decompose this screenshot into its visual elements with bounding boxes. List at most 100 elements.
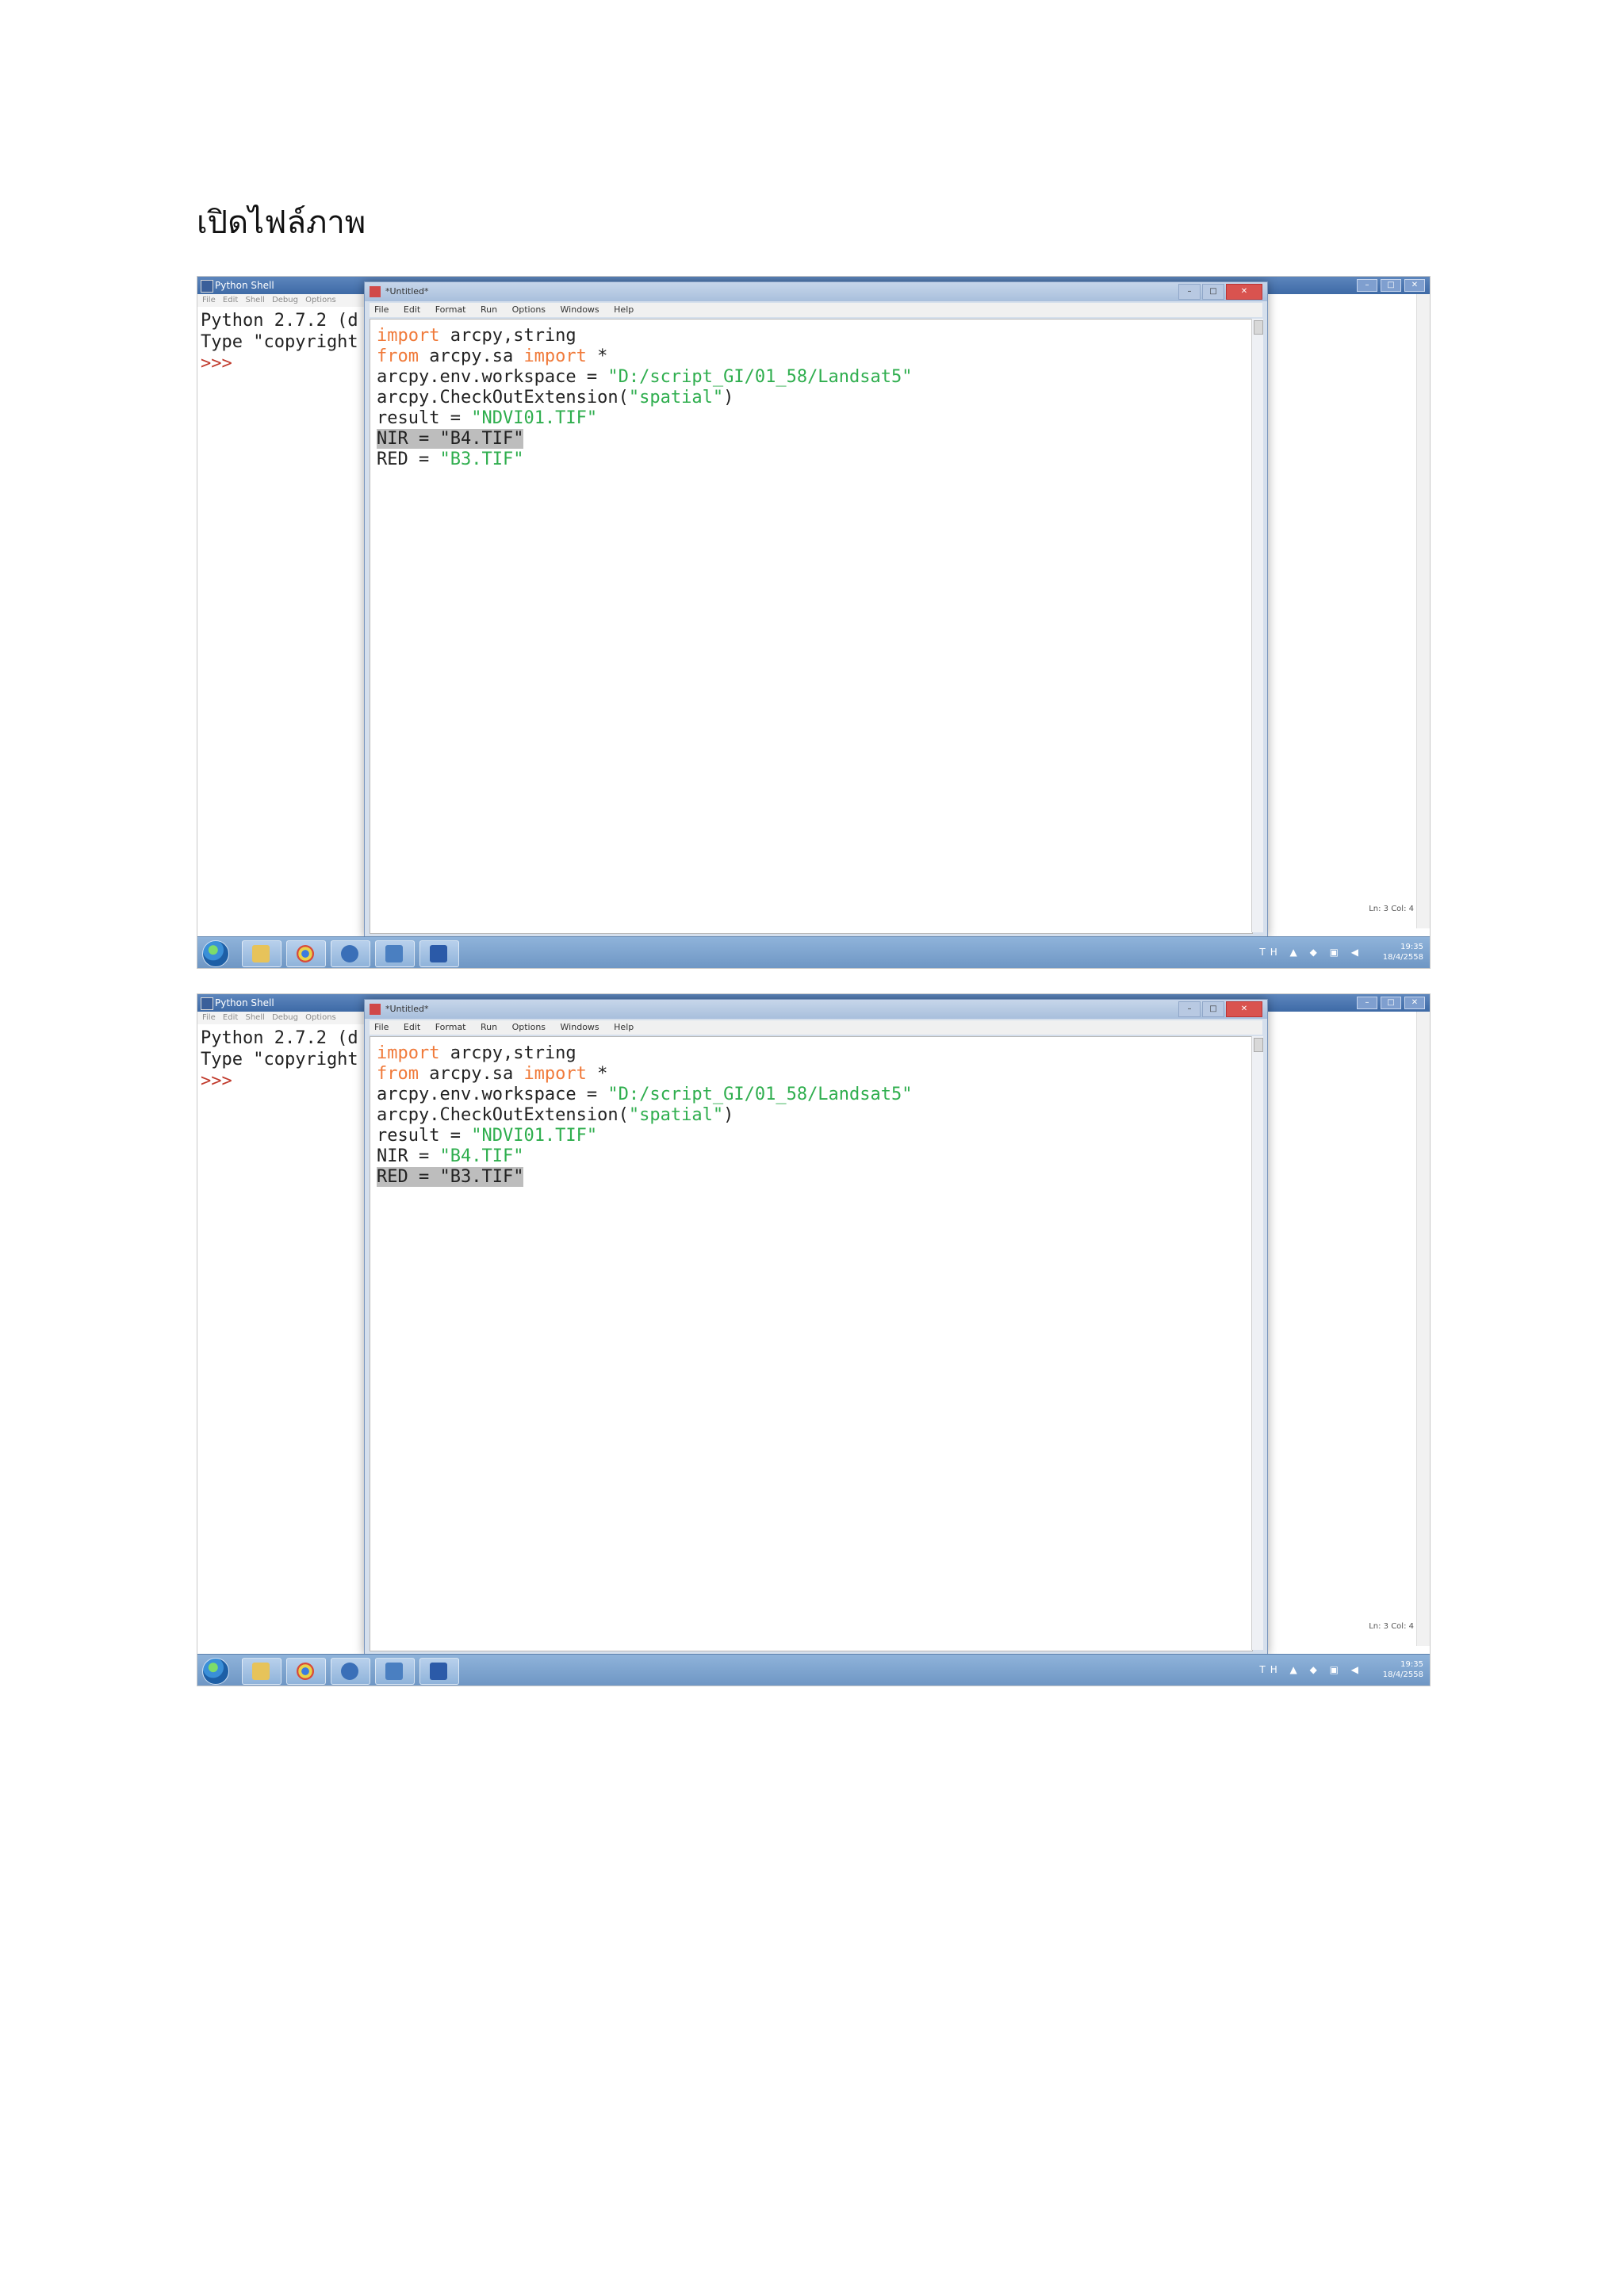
menu-options[interactable]: Options: [512, 304, 546, 315]
taskbar-chrome[interactable]: [286, 1658, 326, 1685]
taskbar-explorer[interactable]: [242, 940, 282, 967]
minimize-icon[interactable]: –: [1357, 997, 1377, 1009]
shell-title: Python Shell: [215, 997, 274, 1008]
shell-output[interactable]: Python 2.7.2 (d Type "copyright >>>: [201, 1027, 363, 1092]
code-token: NIR =: [377, 429, 440, 449]
language-indicator[interactable]: TH: [1259, 947, 1281, 958]
maximize-icon[interactable]: □: [1202, 284, 1224, 300]
shell-scrollbar[interactable]: [1416, 294, 1430, 928]
minimize-icon[interactable]: –: [1357, 279, 1377, 292]
editor-window-controls: – □ ✕: [1178, 1001, 1262, 1017]
scroll-thumb[interactable]: [1254, 320, 1263, 335]
shell-menu-options[interactable]: Options: [305, 296, 336, 304]
shell-prompt: >>>: [201, 354, 232, 373]
menu-file[interactable]: File: [374, 304, 389, 315]
string-literal: "spatial": [628, 1105, 724, 1125]
shell-status: Ln: 3 Col: 4: [1369, 1622, 1414, 1631]
shell-menu-file[interactable]: File: [202, 1013, 216, 1022]
code-token: arcpy.sa: [418, 1064, 524, 1084]
page-heading: เปิดไฟล์ภาพ: [197, 205, 366, 241]
taskbar-app[interactable]: [331, 940, 370, 967]
code-token: arcpy.env.workspace =: [377, 367, 608, 387]
system-tray-icons[interactable]: TH ▲ ◆ ▣ ◀: [1259, 1664, 1363, 1675]
taskbar-chrome[interactable]: [286, 940, 326, 967]
editor-window: *Untitled* – □ ✕ File Edit Format Run Op…: [364, 281, 1268, 938]
menu-windows[interactable]: Windows: [561, 304, 599, 315]
clock[interactable]: 19:35 18/4/2558: [1383, 942, 1423, 962]
string-literal: "spatial": [628, 388, 724, 408]
minimize-icon[interactable]: –: [1178, 1001, 1201, 1017]
shell-menu-file[interactable]: File: [202, 296, 216, 304]
close-icon[interactable]: ✕: [1226, 284, 1262, 300]
taskbar-word[interactable]: [419, 940, 459, 967]
editor-scrollbar[interactable]: [1251, 1036, 1263, 1650]
code-token: result =: [377, 1126, 472, 1146]
system-tray-icons[interactable]: TH ▲ ◆ ▣ ◀: [1259, 947, 1363, 958]
code-editor[interactable]: import arcpy,string from arcpy.sa import…: [370, 1036, 1253, 1651]
start-button-icon[interactable]: [202, 940, 229, 967]
code-editor[interactable]: import arcpy,string from arcpy.sa import…: [370, 319, 1253, 934]
menu-format[interactable]: Format: [435, 1022, 466, 1032]
code-token: RED =: [377, 450, 440, 469]
editor-title: *Untitled*: [385, 1004, 429, 1014]
menu-format[interactable]: Format: [435, 304, 466, 315]
shell-line: Type "copyright: [201, 332, 358, 352]
shell-right-area: [1266, 1012, 1430, 1654]
shell-menu-shell[interactable]: Shell: [245, 1013, 264, 1022]
keyword: import: [377, 326, 440, 346]
shell-window-controls: – □ ✕: [1357, 279, 1425, 292]
shell-line: Type "copyright: [201, 1050, 358, 1070]
code-token: result =: [377, 408, 472, 428]
code-token: arcpy.CheckOutExtension(: [377, 1105, 629, 1125]
menu-run[interactable]: Run: [481, 304, 497, 315]
shell-menu-debug[interactable]: Debug: [272, 1013, 298, 1022]
taskbar-paint[interactable]: [375, 1658, 415, 1685]
editor-title: *Untitled*: [385, 286, 429, 297]
code-text: import arcpy,string from arcpy.sa import…: [377, 326, 913, 470]
shell-menu-debug[interactable]: Debug: [272, 296, 298, 304]
string-literal: "NDVI01.TIF": [471, 1126, 598, 1146]
menu-run[interactable]: Run: [481, 1022, 497, 1032]
taskbar-paint[interactable]: [375, 940, 415, 967]
close-icon[interactable]: ✕: [1226, 1001, 1262, 1017]
code-token: *: [586, 1064, 608, 1084]
scroll-thumb[interactable]: [1254, 1038, 1263, 1052]
menu-help[interactable]: Help: [614, 304, 634, 315]
shell-output[interactable]: Python 2.7.2 (d Type "copyright >>>: [201, 310, 363, 374]
shell-title: Python Shell: [215, 280, 274, 291]
editor-scrollbar[interactable]: [1251, 319, 1263, 932]
shell-menu-edit[interactable]: Edit: [223, 296, 238, 304]
minimize-icon[interactable]: –: [1178, 284, 1201, 300]
close-icon[interactable]: ✕: [1404, 279, 1425, 292]
menu-help[interactable]: Help: [614, 1022, 634, 1032]
language-indicator[interactable]: TH: [1259, 1664, 1281, 1675]
code-token: arcpy.env.workspace =: [377, 1085, 608, 1104]
menu-options[interactable]: Options: [512, 1022, 546, 1032]
taskbar-explorer[interactable]: [242, 1658, 282, 1685]
start-button-icon[interactable]: [202, 1658, 229, 1685]
close-icon[interactable]: ✕: [1404, 997, 1425, 1009]
shell-scrollbar[interactable]: [1416, 1012, 1430, 1646]
screenshot-2: Python Shell – □ ✕ File Edit Shell Debug…: [197, 993, 1431, 1686]
taskbar-app[interactable]: [331, 1658, 370, 1685]
clock-time: 19:35: [1400, 1660, 1423, 1669]
maximize-icon[interactable]: □: [1202, 1001, 1224, 1017]
word-icon: [430, 1663, 447, 1680]
shell-window-controls: – □ ✕: [1357, 997, 1425, 1009]
taskbar-word[interactable]: [419, 1658, 459, 1685]
menu-windows[interactable]: Windows: [561, 1022, 599, 1032]
maximize-icon[interactable]: □: [1381, 997, 1401, 1009]
menu-edit[interactable]: Edit: [404, 1022, 420, 1032]
clock[interactable]: 19:35 18/4/2558: [1383, 1659, 1423, 1680]
maximize-icon[interactable]: □: [1381, 279, 1401, 292]
shell-menu-edit[interactable]: Edit: [223, 1013, 238, 1022]
globe-icon: [341, 945, 358, 962]
menu-edit[interactable]: Edit: [404, 304, 420, 315]
clock-date: 18/4/2558: [1382, 1670, 1423, 1679]
shell-menu-options[interactable]: Options: [305, 1013, 336, 1022]
globe-icon: [341, 1663, 358, 1680]
code-token: arcpy.CheckOutExtension(: [377, 388, 629, 408]
screenshot-1: Python Shell – □ ✕ File Edit Shell Debug…: [197, 276, 1431, 969]
menu-file[interactable]: File: [374, 1022, 389, 1032]
shell-menu-shell[interactable]: Shell: [245, 296, 264, 304]
